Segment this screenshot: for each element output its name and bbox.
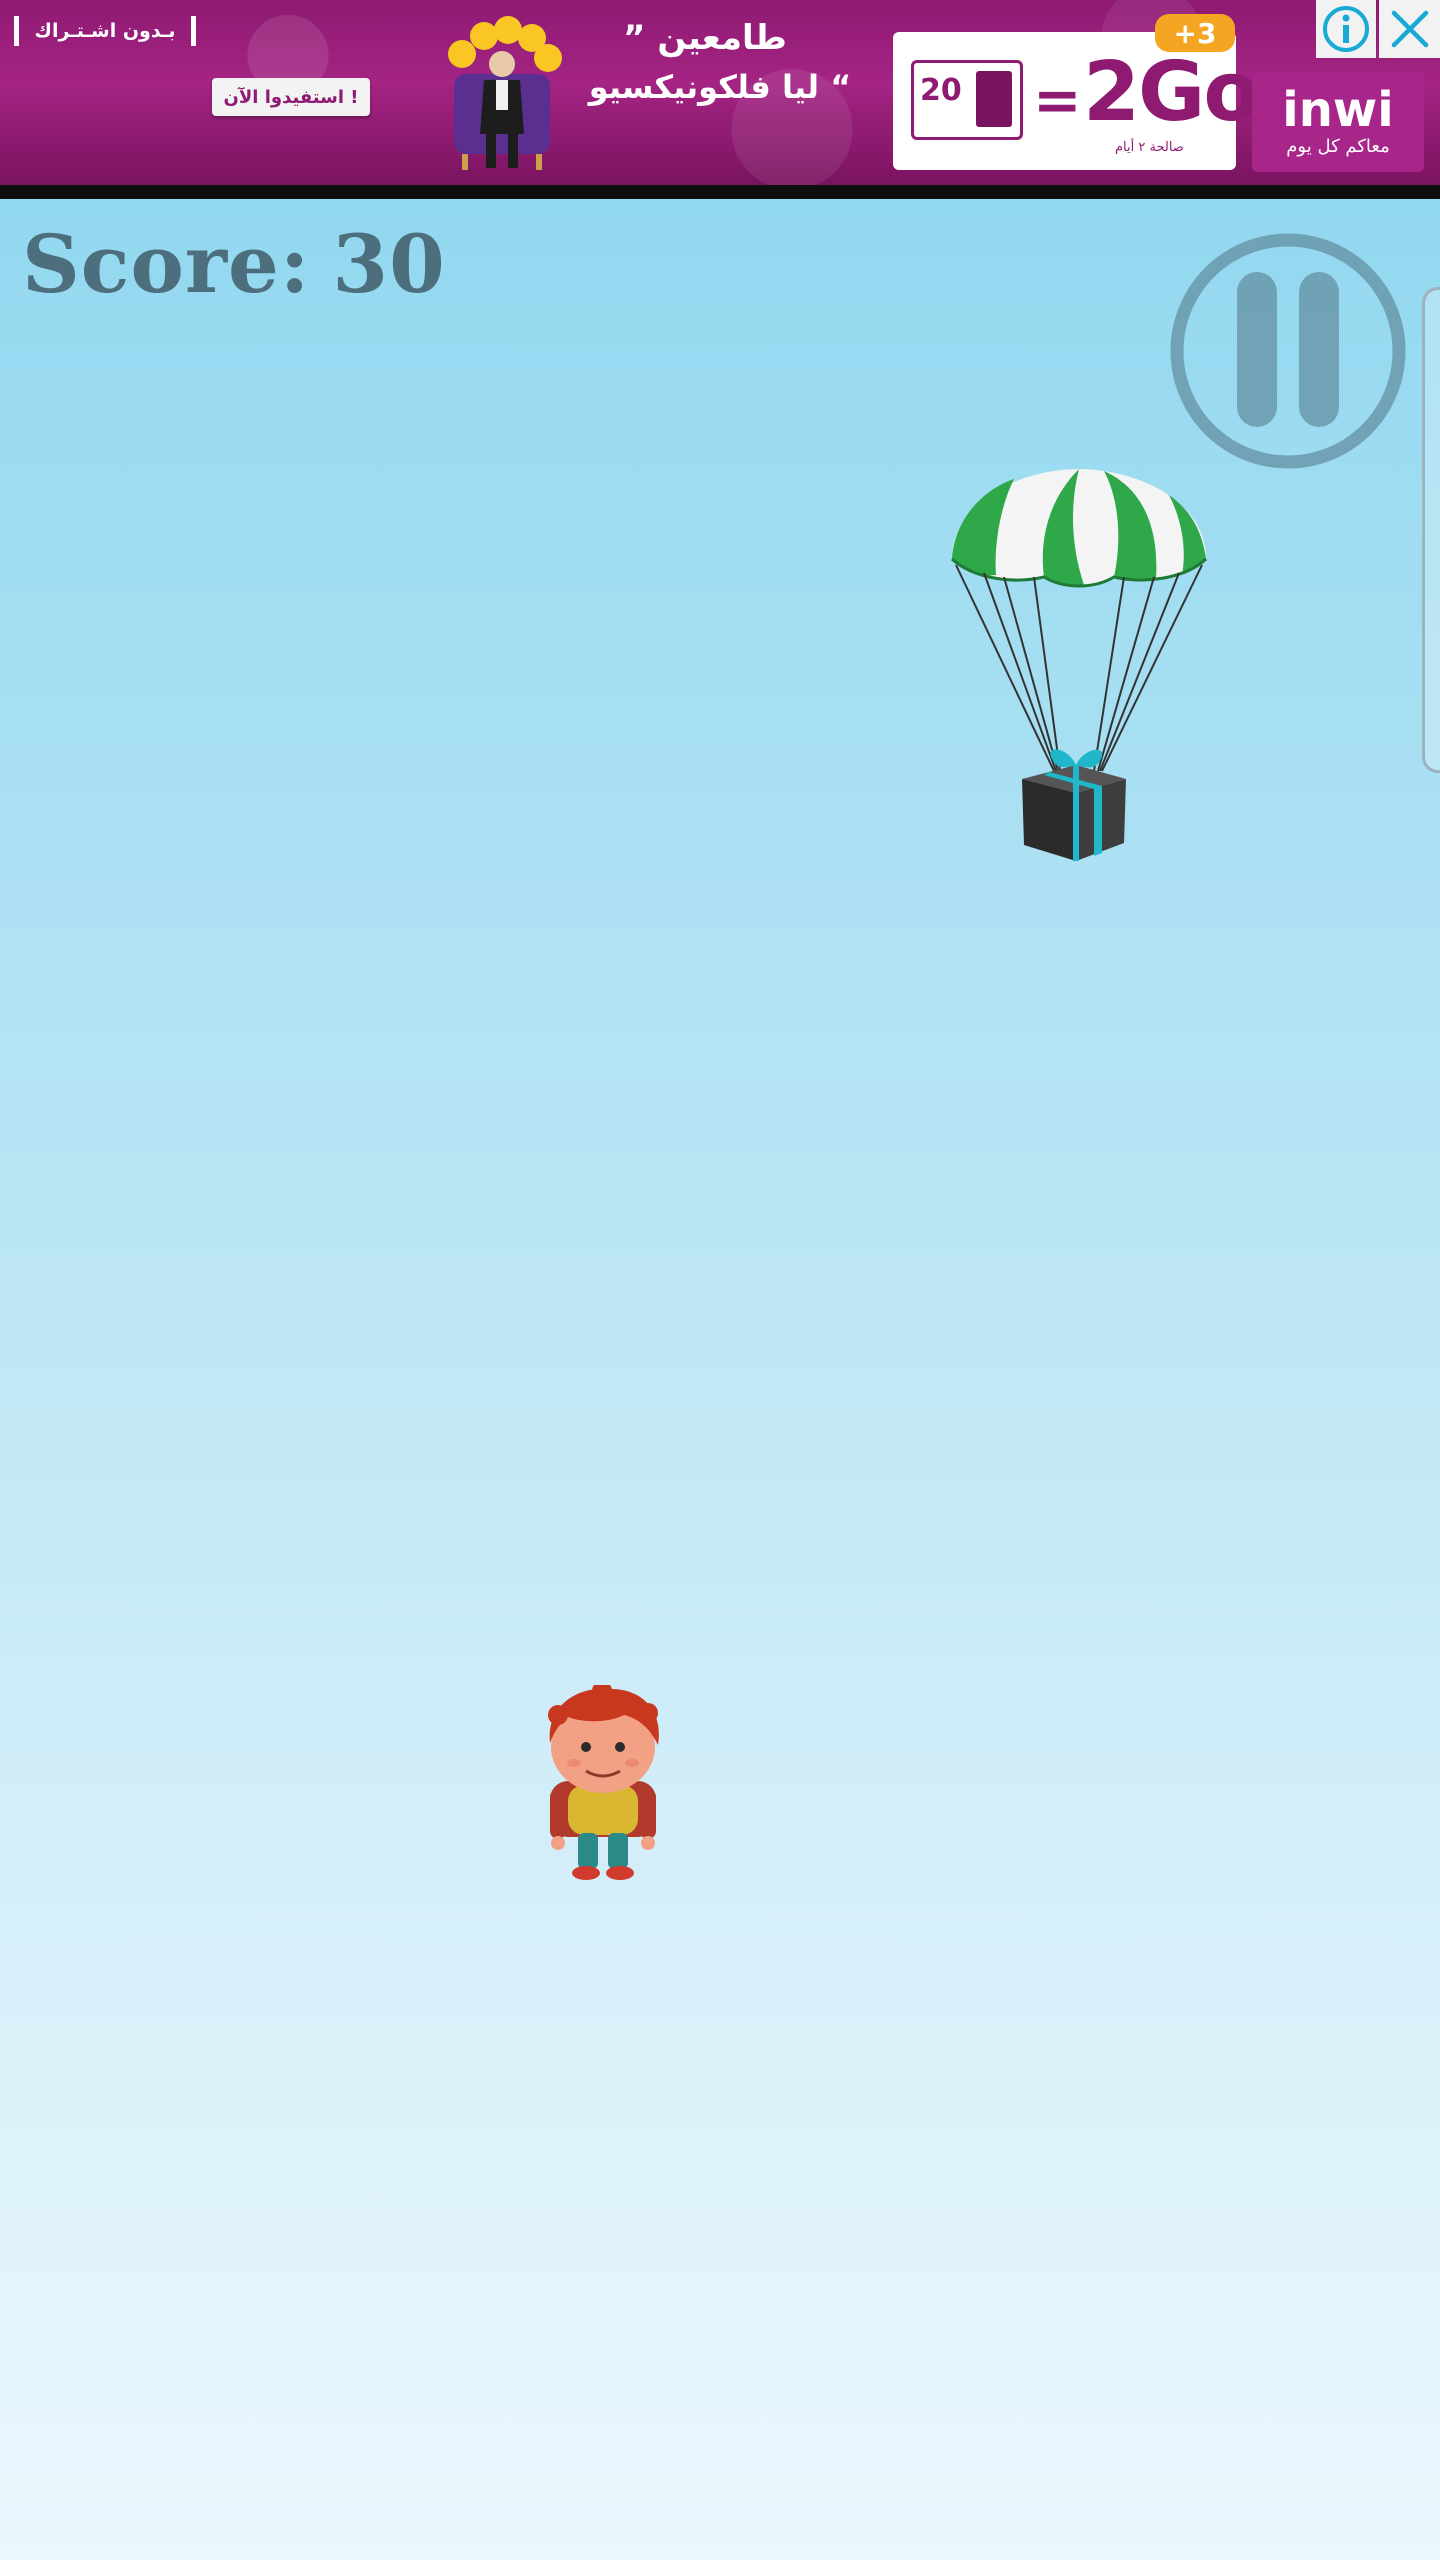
close-icon	[1391, 10, 1428, 48]
ad-brand-name: inwi	[1282, 82, 1394, 138]
ad-phone-value: 20	[920, 73, 962, 108]
ad-close-button[interactable]	[1379, 0, 1440, 58]
ad-offer-card: 20 = 2Go صالحة ٢ أيام	[893, 32, 1260, 170]
pause-icon	[1170, 233, 1406, 469]
score-value: 30	[332, 217, 446, 311]
ad-no-subscription-label: بـدون اشـتـراك	[14, 16, 196, 46]
score-label: Score:	[22, 217, 311, 311]
ad-celebrity-image	[448, 16, 562, 170]
side-drawer-handle[interactable]	[1422, 287, 1440, 773]
score-display: Score: 30	[22, 217, 446, 311]
ad-offer-equals: =	[1033, 66, 1082, 134]
ad-offer-validity: صالحة ٢ أيام	[1115, 140, 1184, 155]
ad-headline-2: ليا فلكونيكسيو “	[588, 68, 852, 106]
ad-phone-icon: 20	[911, 60, 1023, 140]
ad-brand-tagline: معاكم كل يوم	[1286, 136, 1390, 157]
game-canvas[interactable]: Score: 30	[0, 199, 1440, 2560]
ad-offer-value: 2Go	[1083, 45, 1260, 140]
ad-brand-logo: inwi معاكم كل يوم	[1252, 72, 1424, 172]
ad-info-button[interactable]	[1316, 0, 1376, 58]
info-icon	[1323, 6, 1369, 52]
ad-banner[interactable]: بـدون اشـتـراك استفيدوا الآن ! ” طامعين …	[0, 0, 1440, 185]
ad-bonus-badge: +3	[1155, 14, 1235, 52]
parachute-gift	[950, 469, 1208, 861]
ad-sim-chip	[976, 71, 1012, 127]
ad-headline-1: ” طامعين	[623, 18, 787, 58]
ad-cta-button[interactable]: استفيدوا الآن !	[212, 78, 370, 116]
player-character	[548, 1685, 659, 1880]
pause-button[interactable]	[1170, 233, 1406, 469]
ad-divider	[0, 185, 1440, 199]
